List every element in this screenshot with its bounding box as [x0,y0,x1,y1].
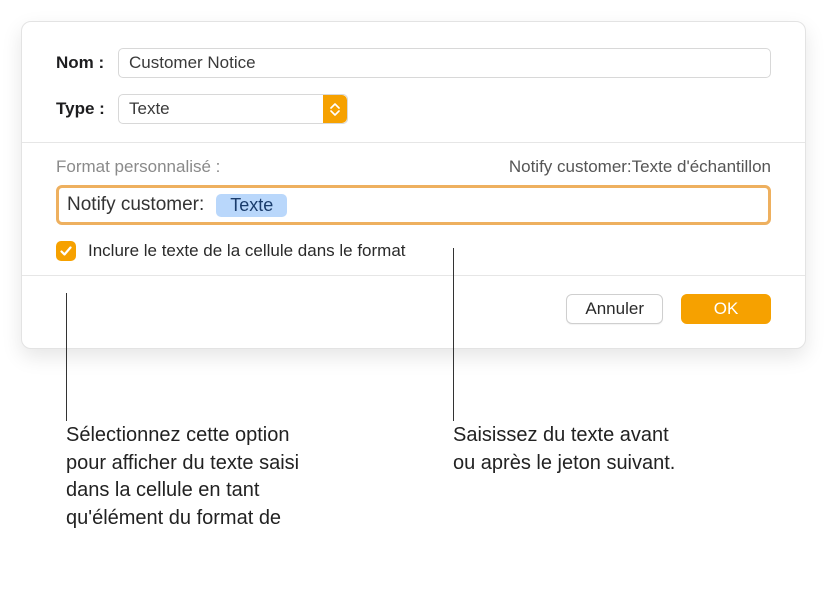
cancel-button[interactable]: Annuler [566,294,663,324]
include-text-label: Inclure le texte de la cellule dans le f… [88,241,406,261]
callout-checkbox-text: Sélectionnez cette option pour afficher … [66,422,331,532]
type-label: Type : [56,99,118,119]
format-body: Notify customer: Texte [22,183,805,235]
name-input[interactable] [118,48,771,78]
type-row: Type : Texte [22,84,805,142]
button-row: Annuler OK [22,276,805,348]
callout-line-token [453,248,454,421]
include-text-row: Inclure le texte de la cellule dans le f… [22,235,805,275]
format-preview: Notify customer:Texte d'échantillon [509,157,771,177]
include-text-checkbox[interactable] [56,241,76,261]
format-prefix-text: Notify customer: [67,194,204,216]
custom-format-label: Format personnalisé : [56,157,220,177]
format-header: Format personnalisé : Notify customer:Te… [22,143,805,183]
type-select[interactable]: Texte [118,94,348,124]
type-value: Texte [129,99,170,119]
callout-line-checkbox [66,293,67,421]
text-token[interactable]: Texte [216,194,287,217]
format-input[interactable]: Notify customer: Texte [56,185,771,225]
ok-button[interactable]: OK [681,294,771,324]
name-label: Nom : [56,53,118,73]
updown-icon [323,95,347,123]
callout-token-text: Saisissez du texte avant ou après le jet… [453,422,683,477]
name-row: Nom : [22,22,805,84]
checkmark-icon [59,244,73,258]
custom-format-dialog: Nom : Type : Texte Format personnalisé :… [21,21,806,349]
